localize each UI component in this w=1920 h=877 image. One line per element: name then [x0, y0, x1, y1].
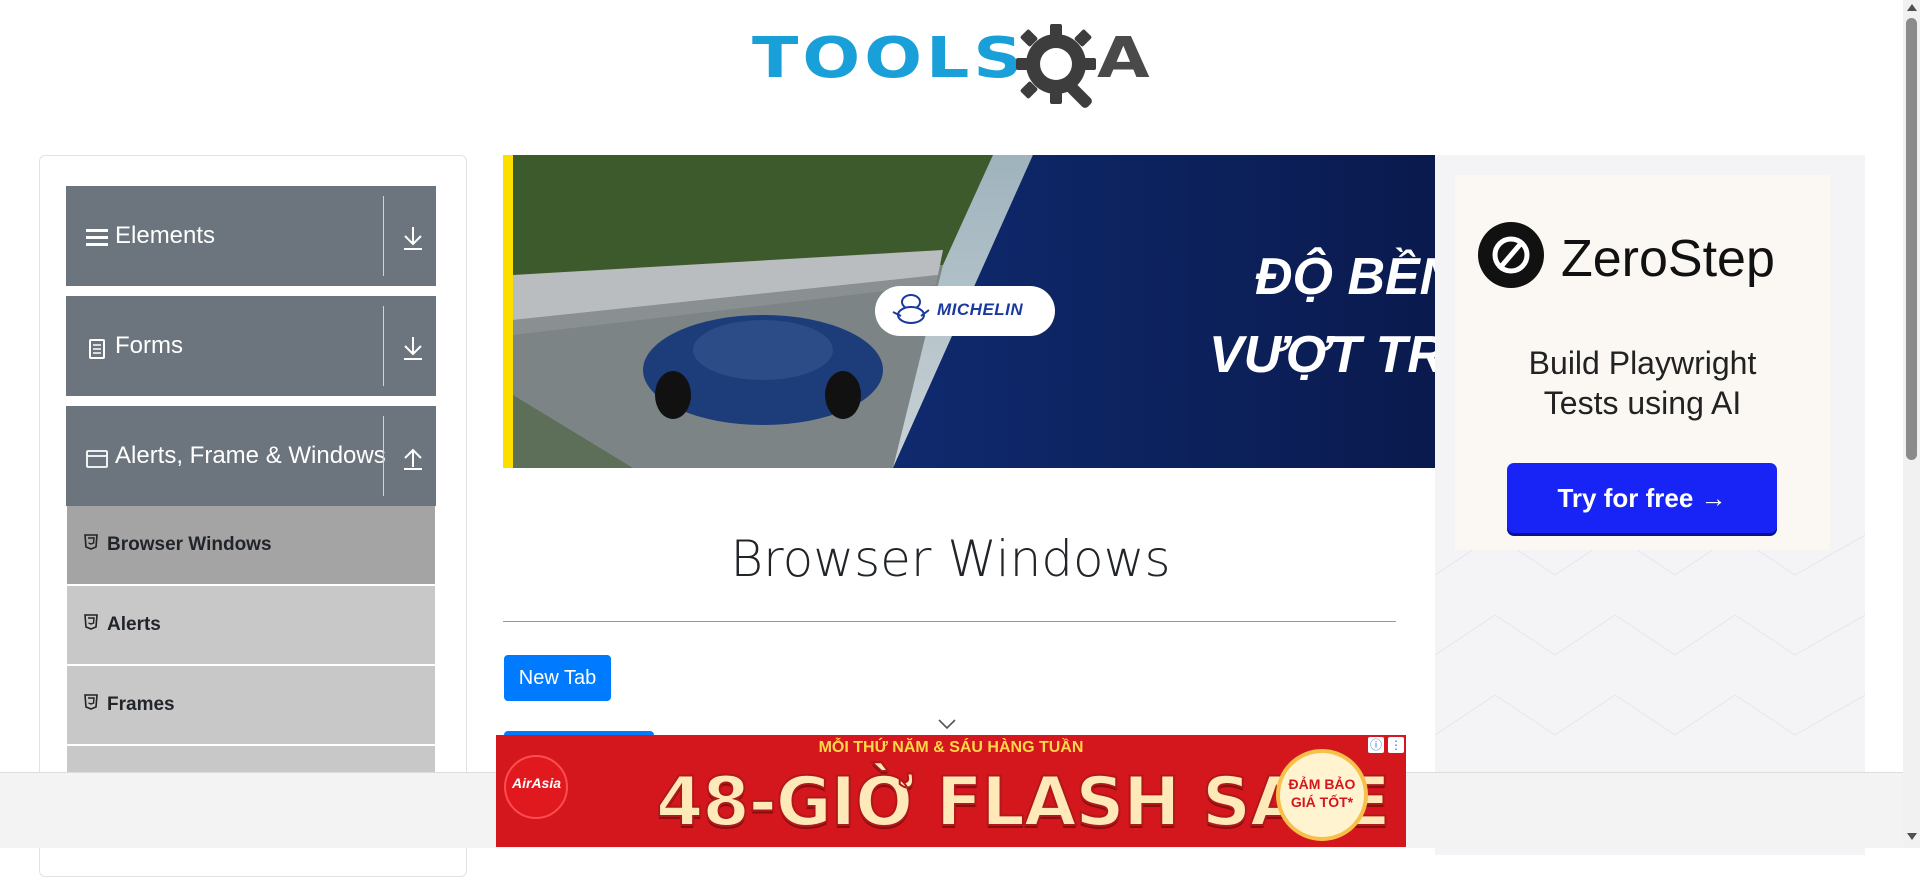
divider	[383, 416, 384, 496]
logo-a-text: A	[1097, 26, 1150, 91]
group-label: Elements	[115, 222, 216, 249]
page-title: Browser Windows	[730, 530, 1171, 588]
toolsqa-logo[interactable]: TOOLS A	[752, 18, 1152, 118]
zerostep-tagline-line1: Build Playwright	[1528, 345, 1757, 381]
window-icon	[86, 450, 108, 468]
sidebar-item-label: Frames	[107, 694, 175, 715]
ad-headline-line2: VƯỢT TRỘI	[1209, 326, 1435, 384]
try-for-free-button[interactable]: Try for free →	[1507, 463, 1777, 533]
zerostep-tagline-line2: Tests using AI	[1543, 385, 1742, 421]
sidebar-item-alerts[interactable]: Alerts	[67, 586, 435, 666]
document-icon	[89, 339, 105, 359]
ad-info-icon[interactable]: ⓘ	[1368, 737, 1384, 753]
ad-top-line: MỖI THỨ NĂM & SÁU HÀNG TUẦN	[818, 739, 1084, 756]
airasia-flash-sale-ad[interactable]: MỖI THỨ NĂM & SÁU HÀNG TUẦN AirAsia 48-G…	[496, 735, 1406, 847]
sidebar-item-browser-windows[interactable]: Browser Windows	[67, 506, 435, 586]
ad-more-icon[interactable]: ⋮	[1388, 737, 1404, 753]
group-label: Alerts, Frame & Windows	[115, 442, 386, 469]
airasia-brand-text: AirAsia	[512, 775, 562, 791]
michelin-ad-banner[interactable]: MICHELIN ĐỘ BỀN VƯỢT TRỘI	[503, 155, 1435, 468]
zerostep-brand: ZeroStep	[1561, 230, 1775, 288]
logo-tools-text: TOOLS	[752, 26, 1027, 91]
new-tab-button[interactable]: New Tab	[504, 655, 611, 701]
html5-icon	[84, 534, 98, 550]
airasia-logo: AirAsia	[504, 755, 568, 819]
upload-arrow-icon[interactable]	[402, 445, 424, 471]
sidebar-item-frames[interactable]: Frames	[67, 666, 435, 746]
scroll-thumb[interactable]	[1906, 18, 1917, 460]
download-arrow-icon[interactable]	[402, 335, 424, 361]
divider	[383, 196, 384, 276]
zerostep-card: ZeroStep Build Playwright Tests using AI…	[1455, 175, 1830, 550]
hamburger-icon	[86, 229, 108, 246]
michelin-brand-text: MICHELIN	[937, 300, 1024, 319]
html5-icon	[84, 614, 98, 630]
group-label: Forms	[115, 332, 183, 359]
michelin-man-icon	[892, 294, 930, 324]
download-arrow-icon[interactable]	[402, 225, 424, 251]
sidebar-item-label: Alerts	[107, 614, 161, 635]
best-price-badge: ĐẢM BẢO GIÁ TỐT*	[1276, 749, 1368, 841]
scroll-up-arrow-icon[interactable]	[1907, 4, 1917, 11]
scroll-down-arrow-icon[interactable]	[1907, 833, 1917, 840]
zerostep-ad[interactable]: ZeroStep Build Playwright Tests using AI…	[1435, 155, 1865, 855]
ad-accent-stripe	[503, 155, 513, 468]
html5-icon	[84, 694, 98, 710]
group-header-alerts-frame-windows[interactable]: Alerts, Frame & Windows	[66, 406, 436, 506]
title-divider	[503, 621, 1396, 622]
page-scrollbar[interactable]	[1903, 0, 1920, 847]
sidebar-item-label: Browser Windows	[107, 534, 272, 555]
group-header-forms[interactable]: Forms	[66, 296, 436, 396]
divider	[383, 306, 384, 386]
left-panel: Elements Forms Alerts, Frame & Windows B…	[39, 155, 467, 877]
zerostep-logo-icon	[1478, 222, 1544, 288]
gear-magnifier-icon	[1016, 24, 1096, 108]
chevron-down-icon[interactable]	[938, 718, 956, 730]
michelin-logo-pill: MICHELIN	[875, 286, 1055, 336]
ad-headline-line1: ĐỘ BỀN	[1255, 248, 1435, 306]
group-header-elements[interactable]: Elements	[66, 186, 436, 286]
badge-text: ĐẢM BẢO GIÁ TỐT*	[1288, 776, 1356, 810]
